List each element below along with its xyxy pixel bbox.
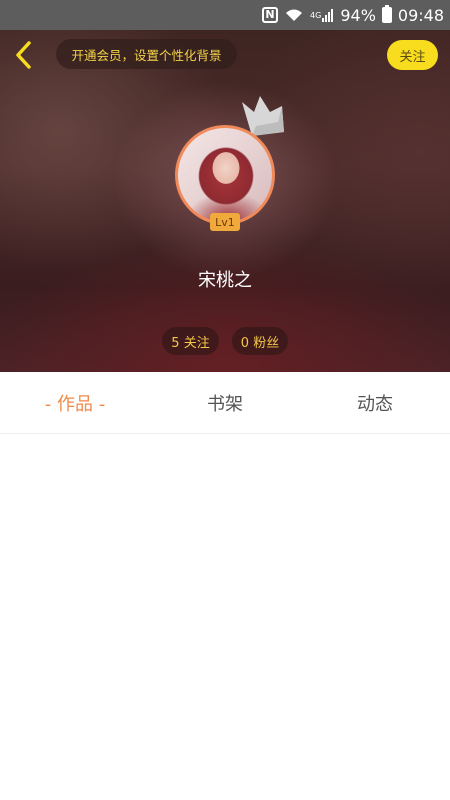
profile-header: 开通会员，设置个性化背景 关注 Lv1 宋桃之 5 关注 0 粉丝 (0, 30, 450, 372)
nfc-icon: N (262, 7, 279, 23)
tab-activity[interactable]: 动态 (300, 372, 450, 433)
follow-button[interactable]: 关注 (387, 40, 438, 70)
back-button[interactable] (10, 40, 38, 70)
fans-count[interactable]: 0 粉丝 (232, 327, 288, 355)
status-bar: N 4G 94% 09:48 (0, 0, 450, 30)
level-badge: Lv1 (210, 213, 240, 231)
username: 宋桃之 (198, 270, 252, 291)
chevron-left-icon (16, 41, 31, 69)
signal-icon: 4G (310, 8, 334, 22)
vip-background-banner[interactable]: 开通会员，设置个性化背景 (56, 39, 237, 69)
signal-label: 4G (310, 10, 322, 20)
wifi-icon (284, 7, 304, 23)
battery-icon (381, 5, 392, 23)
clock: 09:48 (397, 5, 444, 25)
tab-works[interactable]: - 作品 - (0, 372, 150, 433)
works-content (0, 435, 450, 800)
tab-bookshelf[interactable]: 书架 (150, 372, 300, 433)
battery-percent: 94% (340, 5, 376, 25)
avatar[interactable] (175, 125, 275, 225)
following-count[interactable]: 5 关注 (162, 327, 219, 355)
tab-bar: - 作品 - 书架 动态 (0, 372, 450, 434)
